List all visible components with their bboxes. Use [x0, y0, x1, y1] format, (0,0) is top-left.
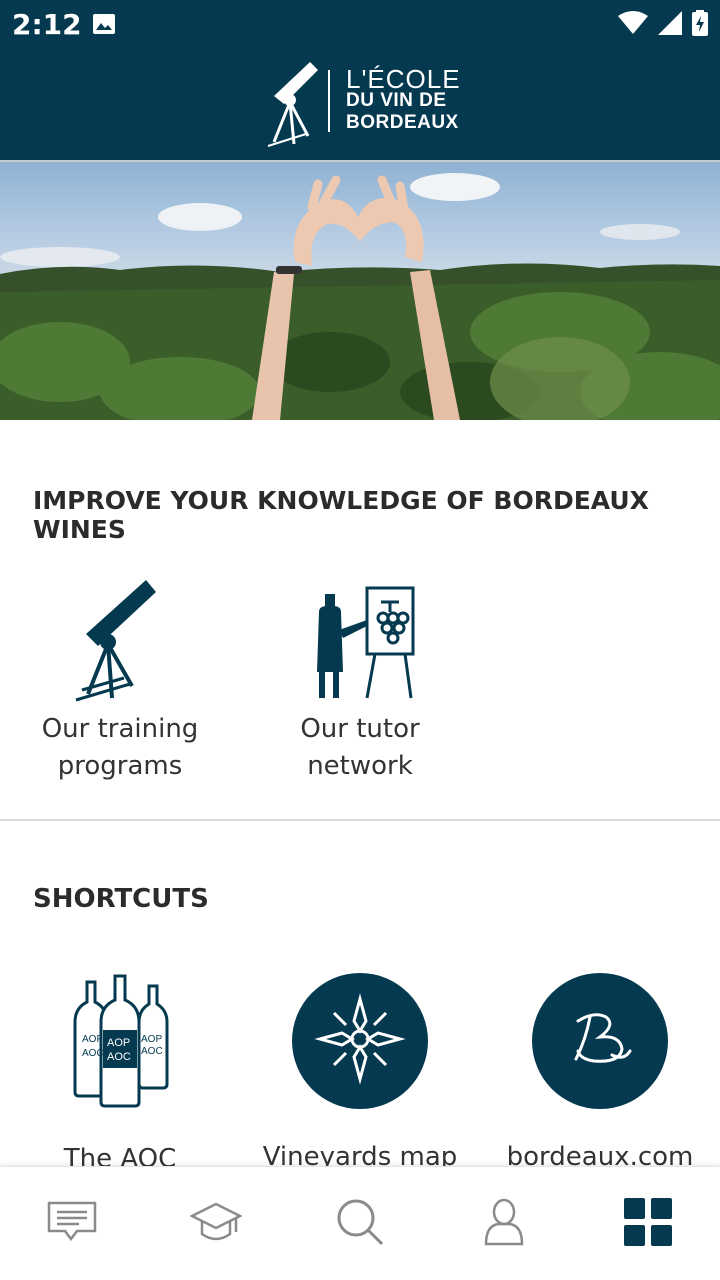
nav-profile[interactable] [432, 1167, 576, 1280]
vineyards-map-shortcut[interactable]: Vineyards map [240, 973, 480, 1176]
battery-icon [692, 10, 708, 41]
logo-line-3: BORDEAUX [346, 112, 459, 133]
nav-search[interactable] [288, 1167, 432, 1280]
training-programs-line-2: programs [57, 751, 183, 781]
logo-line-2: DU VIN DE [346, 90, 447, 111]
bottom-navigation [0, 1166, 720, 1280]
bottle-label-aop: AOP [82, 1034, 103, 1045]
tutor-board-icon [240, 582, 480, 711]
status-bar: 2:12 [0, 0, 720, 50]
training-programs-tile[interactable]: Our training programs [0, 576, 240, 785]
bordeaux-b-icon [560, 999, 640, 1084]
nav-training[interactable] [144, 1167, 288, 1280]
grid-icon [624, 1197, 672, 1251]
training-programs-label: Our training programs [0, 711, 240, 785]
bordeaux-com-shortcut[interactable]: bordeaux.com [480, 973, 720, 1176]
bottle-label-aoc-right: AOC [141, 1046, 163, 1057]
search-icon [335, 1197, 385, 1252]
tutor-network-label: Our tutor network [240, 711, 480, 785]
bottle-label-aoc: AOC [82, 1048, 104, 1059]
signal-icon [658, 11, 682, 40]
telescope-icon [266, 56, 326, 157]
hero-image [0, 162, 720, 420]
nav-messages[interactable] [0, 1167, 144, 1280]
status-time: 2:12 [12, 8, 82, 41]
tutor-network-tile[interactable]: Our tutor network [240, 582, 480, 785]
logo-line-1: L'ÉCOLE [346, 64, 461, 94]
tutor-network-line-1: Our tutor [300, 714, 420, 744]
logo-text: L'ÉCOLE DU VIN DE BORDEAUX [346, 64, 461, 134]
ecole-du-vin-logo: L'ÉCOLE DU VIN DE BORDEAUX [266, 56, 466, 152]
compass-rose-icon [312, 991, 408, 1092]
tutor-network-line-2: network [307, 751, 413, 781]
aoc-bottles-icon: AOP AOC AOP AOC AOP AOC [0, 972, 240, 1117]
bottle-label-aoc-center: AOC [107, 1051, 131, 1063]
profile-icon [484, 1198, 524, 1251]
bottle-label-aop-right: AOP [141, 1034, 162, 1045]
app-header: L'ÉCOLE DU VIN DE BORDEAUX [0, 50, 720, 160]
image-notification-icon [92, 13, 116, 40]
graduation-cap-icon [189, 1200, 243, 1249]
logo-divider [328, 70, 330, 132]
bottle-label-aop-center: AOP [107, 1037, 130, 1049]
section-divider [0, 819, 720, 821]
vineyards-map-circle [292, 973, 428, 1109]
messages-icon [47, 1201, 97, 1248]
bordeaux-com-circle [532, 973, 668, 1109]
shortcuts-section-title: SHORTCUTS [33, 884, 209, 914]
telescope-icon [0, 576, 240, 711]
aoc-shortcut[interactable]: AOP AOC AOP AOC AOP AOC The AOC [0, 972, 240, 1178]
vineyard-heart-hands-photo [0, 173, 720, 420]
wifi-icon [618, 11, 648, 40]
nav-shortcuts[interactable] [576, 1167, 720, 1280]
knowledge-section-title: IMPROVE YOUR KNOWLEDGE OF BORDEAUX WINES [33, 486, 649, 544]
training-programs-line-1: Our training [41, 714, 199, 744]
